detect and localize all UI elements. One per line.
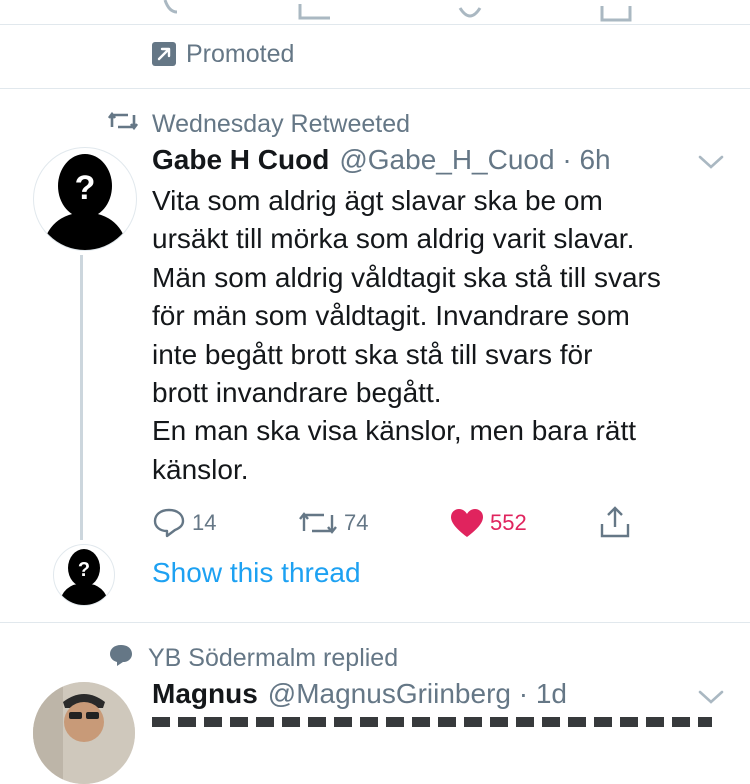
like-button[interactable]: 552	[450, 503, 527, 543]
tweet-text: Vita som aldrig ägt slavar ska be om urs…	[152, 185, 661, 485]
author-handle-time-next[interactable]: @MagnusGriinberg · 1d	[268, 678, 567, 710]
divider	[0, 622, 750, 623]
divider	[0, 24, 750, 25]
author-avatar[interactable]: ?	[33, 147, 137, 251]
author-name[interactable]: Gabe H Cuod	[152, 144, 329, 176]
chevron-down-icon[interactable]	[696, 682, 726, 712]
retweet-button[interactable]: 74	[298, 503, 368, 543]
reply-count: 14	[192, 510, 217, 535]
promoted-label: Promoted	[186, 39, 295, 68]
speech-bubble-icon	[108, 643, 134, 674]
tweet-header: Gabe H Cuod @Gabe_H_Cuod · 6h	[152, 144, 611, 176]
social-context-reply: YB Södermalm replied	[108, 642, 398, 674]
tweet-actions: 14 74 552	[152, 503, 652, 543]
svg-text:?: ?	[75, 169, 96, 207]
reply-button[interactable]: 14	[152, 503, 216, 543]
previous-tweet-actions-clipped	[0, 0, 750, 24]
social-context-reply-text: YB Södermalm replied	[148, 643, 399, 672]
retweet-icon	[107, 110, 139, 139]
share-button[interactable]	[598, 503, 632, 543]
silhouette-avatar: ?	[59, 549, 109, 605]
show-thread-link[interactable]: Show this thread	[152, 557, 361, 589]
user-avatar-photo	[33, 682, 135, 784]
like-count: 552	[490, 510, 527, 535]
retweet-count: 74	[344, 510, 369, 535]
social-context-text: Wednesday Retweeted	[152, 109, 411, 138]
divider	[0, 88, 750, 89]
clipped-action-icons	[163, 0, 632, 22]
share-icon	[600, 506, 630, 538]
tweet-header-next: Magnus @MagnusGriinberg · 1d	[152, 678, 567, 710]
thread-line	[80, 255, 83, 540]
svg-text:?: ?	[78, 559, 90, 581]
next-tweet-text-clipped	[152, 717, 712, 727]
like-icon	[451, 509, 483, 537]
promoted-row: Promoted	[152, 38, 294, 70]
social-context: Wednesday Retweeted	[107, 108, 411, 140]
promoted-icon	[152, 42, 176, 66]
author-handle-time[interactable]: @Gabe_H_Cuod · 6h	[339, 144, 610, 176]
author-name-next[interactable]: Magnus	[152, 678, 258, 710]
retweet-icon	[299, 512, 337, 534]
chevron-down-icon[interactable]	[696, 147, 726, 177]
thread-avatar[interactable]: ?	[53, 544, 115, 606]
reply-icon	[153, 508, 185, 538]
user-avatar[interactable]	[33, 682, 135, 784]
silhouette-avatar: ?	[42, 154, 128, 250]
